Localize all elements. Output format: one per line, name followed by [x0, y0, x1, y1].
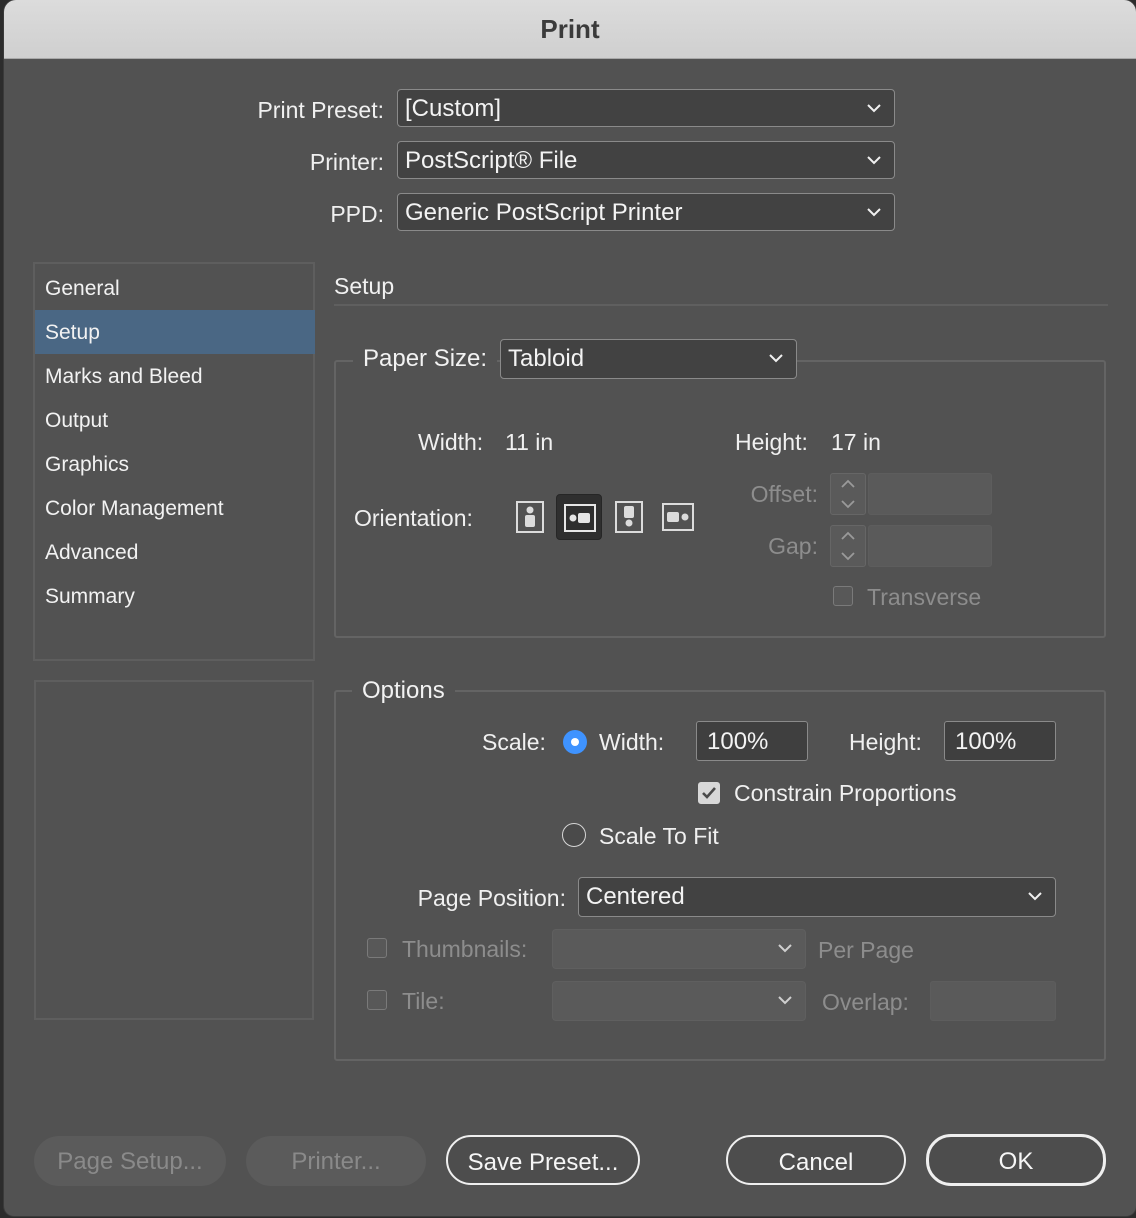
chevron-down-icon — [867, 104, 881, 113]
offset-stepper[interactable] — [830, 473, 866, 515]
ppd-label: PPD: — [330, 201, 384, 227]
printer-value: PostScript® File — [405, 147, 578, 174]
scale-to-fit-radio[interactable] — [562, 823, 586, 847]
scale-label: Scale: — [482, 729, 546, 755]
gap-label: Gap: — [768, 533, 818, 559]
scale-width-input[interactable]: 100% — [696, 721, 808, 761]
sidebar-item-general[interactable]: General — [35, 266, 315, 310]
preview-panel — [34, 680, 314, 1020]
paper-width-label: Width: — [418, 429, 484, 455]
paper-size-value: Tabloid — [508, 345, 585, 372]
paper-height-value: 17 in — [831, 429, 881, 455]
sidebar-item-setup[interactable]: Setup — [35, 310, 315, 354]
offset-field[interactable] — [868, 473, 992, 515]
orientation-label: Orientation: — [354, 505, 473, 531]
constrain-proportions-checkbox[interactable] — [698, 782, 720, 804]
title-bar[interactable]: Print — [4, 0, 1136, 59]
chevron-down-icon — [778, 996, 792, 1005]
orientation-landscape-button[interactable] — [556, 494, 602, 540]
chevron-down-icon — [867, 208, 881, 217]
page-position-select[interactable]: Centered — [578, 877, 1056, 917]
print-preset-value: [Custom] — [405, 95, 502, 122]
chevron-down-icon — [769, 354, 783, 363]
tile-label: Tile: — [402, 988, 445, 1014]
stepper-arrows-icon — [841, 531, 855, 561]
ppd-value: Generic PostScript Printer — [405, 199, 683, 226]
transverse-label: Transverse — [867, 584, 982, 610]
landscape-icon — [564, 504, 596, 532]
sidebar-item-graphics[interactable]: Graphics — [35, 442, 315, 486]
printer-label: Printer: — [309, 149, 384, 175]
offset-label: Offset: — [750, 481, 818, 507]
print-preset-label: Print Preset: — [257, 97, 384, 123]
ok-button[interactable]: OK — [926, 1134, 1106, 1186]
chevron-down-icon — [778, 944, 792, 953]
dialog-title: Print — [540, 14, 600, 44]
orientation-reverse-portrait-button[interactable] — [606, 494, 652, 540]
scale-width-radio[interactable] — [563, 730, 587, 754]
options-heading: Options — [352, 677, 455, 705]
tile-checkbox[interactable] — [367, 990, 387, 1010]
overlap-field[interactable] — [930, 981, 1056, 1021]
heading-divider — [334, 304, 1108, 306]
category-sidebar: General Setup Marks and Bleed Output Gra… — [33, 262, 315, 661]
section-heading: Setup — [334, 273, 395, 299]
tile-select[interactable] — [552, 981, 806, 1021]
transverse-checkbox[interactable] — [833, 586, 853, 606]
reverse-landscape-icon — [662, 503, 694, 531]
orientation-portrait-button[interactable] — [507, 494, 553, 540]
thumbnails-checkbox[interactable] — [367, 938, 387, 958]
page-position-value: Centered — [586, 883, 685, 910]
page-setup-button[interactable]: Page Setup... — [34, 1136, 226, 1186]
per-page-label: Per Page — [818, 937, 914, 963]
ppd-select[interactable]: Generic PostScript Printer — [397, 193, 895, 231]
sidebar-item-advanced[interactable]: Advanced — [35, 530, 315, 574]
page-position-label: Page Position: — [417, 885, 566, 911]
constrain-proportions-label: Constrain Proportions — [734, 780, 957, 806]
reverse-portrait-icon — [615, 501, 643, 533]
paper-width-value: 11 in — [505, 429, 554, 455]
orientation-reverse-landscape-button[interactable] — [655, 494, 701, 540]
chevron-down-icon — [867, 156, 881, 165]
sidebar-item-color-management[interactable]: Color Management — [35, 486, 315, 530]
thumbnails-label: Thumbnails: — [402, 936, 528, 962]
stepper-arrows-icon — [841, 479, 855, 509]
scale-height-label: Height: — [849, 729, 922, 755]
paper-size-label: Paper Size: — [353, 345, 498, 373]
sidebar-item-summary[interactable]: Summary — [35, 574, 315, 618]
print-preset-select[interactable]: [Custom] — [397, 89, 895, 127]
printer-select[interactable]: PostScript® File — [397, 141, 895, 179]
gap-field[interactable] — [868, 525, 992, 567]
paper-size-select[interactable]: Tabloid — [500, 339, 797, 379]
scale-to-fit-label: Scale To Fit — [599, 823, 719, 849]
paper-height-label: Height: — [735, 429, 808, 455]
checkmark-icon — [702, 787, 716, 799]
save-preset-button[interactable]: Save Preset... — [446, 1135, 640, 1185]
sidebar-item-marks-and-bleed[interactable]: Marks and Bleed — [35, 354, 315, 398]
thumbnails-select[interactable] — [552, 929, 806, 969]
overlap-label: Overlap: — [822, 989, 909, 1015]
scale-width-label: Width: — [599, 729, 665, 755]
sidebar-item-output[interactable]: Output — [35, 398, 315, 442]
scale-height-input[interactable]: 100% — [944, 721, 1056, 761]
cancel-button[interactable]: Cancel — [726, 1135, 906, 1185]
gap-stepper[interactable] — [830, 525, 866, 567]
chevron-down-icon — [1028, 892, 1042, 901]
portrait-icon — [516, 501, 544, 533]
print-dialog: Print Print Preset: [Custom] Printer: Po… — [4, 0, 1136, 1216]
printer-button[interactable]: Printer... — [246, 1136, 426, 1186]
